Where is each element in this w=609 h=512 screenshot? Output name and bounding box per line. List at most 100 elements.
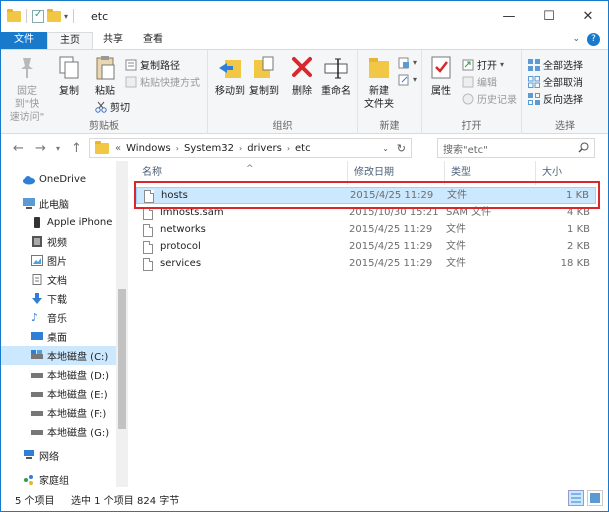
select-none-button[interactable]: 全部取消	[528, 74, 583, 89]
up-arrow-icon[interactable]: ↑	[71, 141, 82, 156]
copy-button[interactable]: 复制	[53, 54, 85, 98]
maximize-button[interactable]: ☐	[529, 1, 569, 32]
nav-label: 家庭组	[39, 476, 69, 487]
breadcrumb-etc[interactable]: etc	[295, 143, 311, 154]
tab-file[interactable]: 文件	[1, 32, 47, 49]
search-input[interactable]: 搜索"etc"	[437, 138, 595, 158]
selected-count: 选中 1 个项目	[71, 496, 134, 507]
select-all-button[interactable]: 全部选择	[528, 57, 583, 72]
table-row[interactable]: protocol 2015/4/25 11:29 文件 2 KB	[136, 239, 596, 256]
open-button[interactable]: 打开 ▾	[462, 57, 504, 72]
nav-label: 音乐	[47, 314, 67, 325]
download-icon	[31, 293, 43, 304]
chevron-right-icon[interactable]: ›	[176, 144, 179, 153]
new-folder-icon	[366, 54, 392, 82]
chevron-down-icon[interactable]: ⌄	[572, 34, 580, 44]
copy-path-button[interactable]: 复制路径	[125, 57, 180, 72]
file-size: 18 KB	[560, 258, 590, 269]
new-item-button[interactable]: ▾	[398, 55, 417, 70]
music-icon: ♪	[31, 311, 39, 324]
nav-item-desktop[interactable]: 桌面	[1, 327, 116, 346]
nav-label: 下载	[47, 295, 67, 306]
document-icon	[31, 274, 43, 285]
clipboard-group: 固定到"快 速访问" 复制 粘贴 复制路径 粘贴快捷方式 剪切 剪贴板	[1, 50, 208, 134]
customize-toolbar-icon[interactable]: ▾	[64, 12, 68, 21]
file-icon	[143, 224, 153, 237]
rename-button[interactable]: 重命名	[318, 54, 354, 98]
nav-item-drive-c[interactable]: 本地磁盘 (C:)	[1, 346, 116, 365]
details-view-button[interactable]	[568, 490, 584, 506]
new-folder-icon[interactable]	[47, 8, 61, 22]
move-to-button[interactable]: 移动到	[214, 54, 246, 98]
tab-view[interactable]: 查看	[133, 32, 173, 49]
nav-item-onedrive[interactable]: OneDrive	[1, 170, 116, 189]
invert-selection-button[interactable]: 反向选择	[528, 91, 583, 106]
copy-to-icon	[251, 54, 277, 82]
new-folder-button[interactable]: 新建 文件夹	[362, 54, 396, 111]
help-icon[interactable]: ?	[587, 33, 600, 46]
cut-button[interactable]: 剪切	[95, 99, 130, 114]
computer-icon	[23, 198, 35, 209]
delete-button[interactable]: 删除	[288, 54, 316, 98]
address-bar[interactable]: « Windows › System32 › drivers › etc ⌄ ↻	[89, 138, 412, 158]
chevron-right-icon[interactable]: ›	[287, 144, 290, 153]
copy-to-button[interactable]: 复制到	[248, 54, 280, 98]
tab-share[interactable]: 共享	[93, 32, 133, 49]
breadcrumb-windows[interactable]: Windows	[126, 143, 171, 154]
edit-button[interactable]: 编辑	[462, 74, 497, 89]
copy-path-icon	[125, 59, 137, 71]
properties-button[interactable]: 属性	[426, 54, 456, 98]
file-icon	[143, 241, 153, 254]
breadcrumb-system32[interactable]: System32	[184, 143, 234, 154]
chevron-right-icon[interactable]: ›	[239, 144, 242, 153]
nav-item-drive-f[interactable]: 本地磁盘 (F:)	[1, 403, 116, 422]
nav-scrollbar[interactable]	[116, 161, 128, 487]
recent-chevron-icon[interactable]: ▾	[56, 144, 60, 153]
minimize-button[interactable]: —	[489, 1, 529, 32]
back-arrow-icon[interactable]: ←	[13, 141, 24, 156]
breadcrumb-drivers[interactable]: drivers	[247, 143, 282, 154]
nav-item-videos[interactable]: 视频	[1, 232, 116, 251]
nav-item-drive-g[interactable]: 本地磁盘 (G:)	[1, 422, 116, 441]
nav-scrollbar-thumb[interactable]	[118, 289, 126, 429]
new-group-label: 新建	[379, 121, 400, 132]
title-bar: ▾ etc — ☐ ✕	[1, 1, 608, 32]
nav-item-downloads[interactable]: 下载	[1, 289, 116, 308]
ribbon-tabs: 文件 主页 共享 查看 ⌄ ?	[1, 32, 608, 49]
invert-selection-label: 反向选择	[543, 95, 583, 106]
cut-label: 剪切	[110, 103, 130, 114]
table-row[interactable]: services 2015/4/25 11:29 文件 18 KB	[136, 256, 596, 273]
homegroup-icon	[23, 474, 35, 485]
nav-item-this-pc[interactable]: 此电脑	[1, 194, 116, 213]
nav-item-pictures[interactable]: 图片	[1, 251, 116, 270]
nav-item-network[interactable]: 网络	[1, 446, 116, 465]
paste-shortcut-button[interactable]: 粘贴快捷方式	[125, 74, 200, 89]
address-dropdown-icon[interactable]: ⌄	[382, 144, 389, 153]
paste-label: 粘贴	[95, 86, 115, 97]
nav-item-music[interactable]: ♪ 音乐	[1, 308, 116, 327]
nav-item-drive-e[interactable]: 本地磁盘 (E:)	[1, 384, 116, 403]
nav-item-documents[interactable]: 文档	[1, 270, 116, 289]
nav-item-apple-iphone[interactable]: Apple iPhone	[1, 213, 116, 232]
paste-button[interactable]: 粘贴	[89, 54, 121, 98]
history-button[interactable]: 历史记录	[462, 91, 517, 106]
refresh-icon[interactable]: ↻	[397, 142, 406, 155]
easy-access-button[interactable]: ▾	[398, 72, 417, 87]
select-none-label: 全部取消	[543, 78, 583, 89]
tab-home[interactable]: 主页	[47, 32, 93, 49]
table-row[interactable]: networks 2015/4/25 11:29 文件 1 KB	[136, 222, 596, 239]
large-icons-view-button[interactable]	[587, 490, 603, 506]
file-size: 1 KB	[567, 224, 590, 235]
nav-label: 文档	[47, 276, 67, 287]
open-group: 属性 打开 ▾ 编辑 历史记录 打开	[422, 50, 522, 134]
new-group: 新建 文件夹 ▾ ▾ 新建	[358, 50, 422, 134]
select-group-label: 选择	[555, 121, 575, 132]
properties-check-icon[interactable]	[32, 9, 44, 23]
nav-label: 图片	[47, 257, 67, 268]
forward-arrow-icon[interactable]: →	[35, 141, 46, 156]
breadcrumb-overflow[interactable]: «	[115, 143, 121, 154]
nav-item-drive-d[interactable]: 本地磁盘 (D:)	[1, 365, 116, 384]
pin-quick-access-button[interactable]: 固定到"快 速访问"	[7, 54, 47, 124]
nav-label: 此电脑	[39, 200, 69, 211]
close-button[interactable]: ✕	[568, 1, 608, 32]
